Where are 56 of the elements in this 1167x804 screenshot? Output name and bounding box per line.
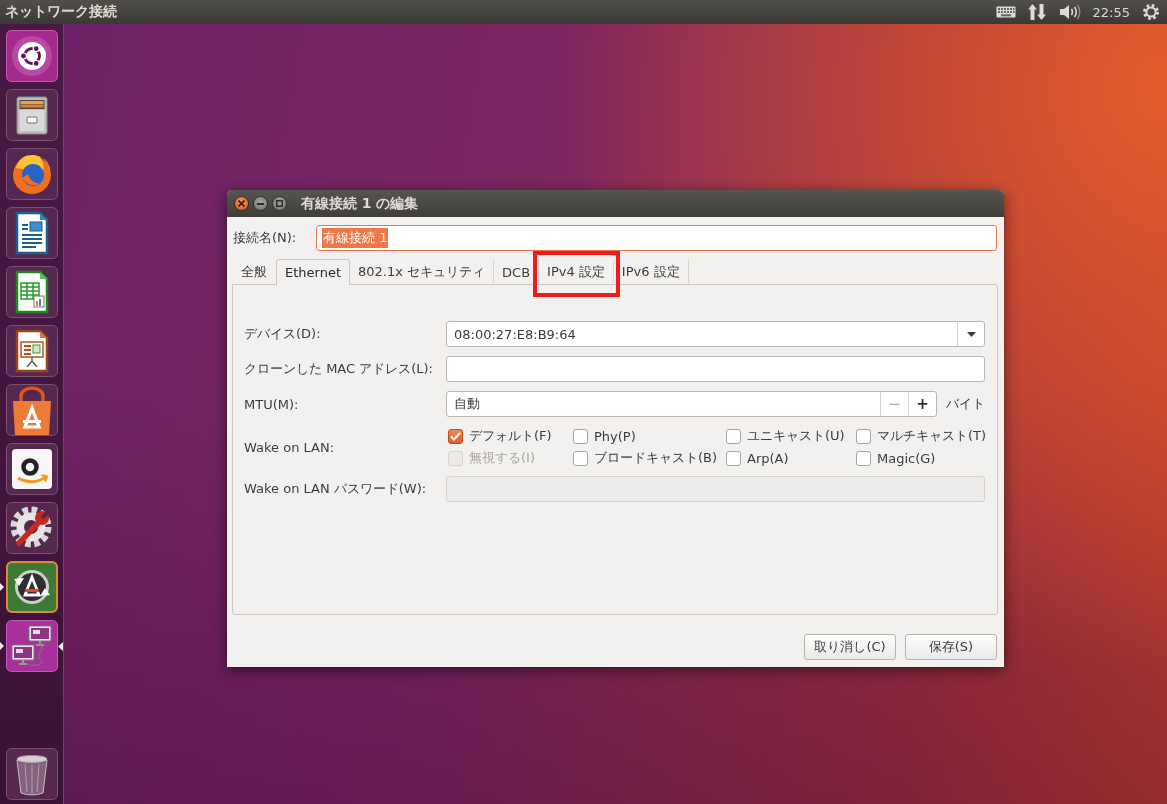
gear-icon[interactable] — [1142, 3, 1160, 21]
checkbox-label: デフォルト(F) — [469, 427, 552, 445]
checkbox[interactable] — [448, 428, 463, 444]
cancel-button[interactable]: 取り消し(C) — [804, 634, 896, 660]
trash-icon[interactable] — [5, 748, 58, 800]
field-label: クローンした MAC アドレス(L): — [244, 360, 434, 378]
ring-logo-icon[interactable] — [5, 30, 58, 82]
checkbox-label: ブロードキャスト(B) — [594, 449, 718, 467]
checkbox[interactable] — [856, 450, 871, 466]
checkbox[interactable] — [856, 428, 871, 444]
input-field[interactable] — [446, 356, 985, 382]
checkbox-label: ユニキャスト(U) — [747, 427, 845, 445]
checkbox-label: Magic(G) — [877, 450, 936, 466]
up-down-arrows-icon[interactable] — [1027, 4, 1046, 20]
field-label: MTU(M): — [244, 396, 300, 412]
window-title: 有線接続 1 の編集 — [301, 194, 419, 213]
close-icon — [238, 200, 245, 207]
maximize-button[interactable] — [272, 196, 287, 211]
checkbox[interactable] — [726, 450, 741, 466]
dropdown-field[interactable]: 08:00:27:E8:B9:64 — [446, 321, 985, 347]
fox-globe-icon[interactable] — [5, 148, 58, 200]
text-document-icon[interactable] — [5, 207, 58, 259]
app-title: ネットワーク接続 — [5, 3, 117, 21]
checkbox-label: Phy(P) — [594, 428, 636, 444]
connected-monitors-icon[interactable] — [5, 620, 58, 672]
checkbox-label: Arp(A) — [747, 450, 789, 466]
maximize-icon — [276, 200, 283, 207]
checkbox-label: 無視する(I) — [469, 449, 535, 467]
close-button[interactable] — [234, 196, 249, 211]
gear-wrench-icon[interactable] — [5, 502, 58, 554]
shopping-bag-icon[interactable] — [5, 384, 58, 436]
clock[interactable]: 22:55 — [1092, 4, 1130, 20]
caret-icon — [966, 331, 976, 337]
spreadsheet-icon[interactable] — [5, 266, 58, 318]
field-label: Wake on LAN: — [244, 439, 336, 455]
minimize-icon — [257, 202, 264, 205]
save-button[interactable]: 保存(S) — [905, 634, 997, 660]
volume-icon[interactable] — [1059, 4, 1081, 20]
tab[interactable]: 全般 — [233, 259, 276, 285]
tab[interactable]: Ethernet — [276, 259, 350, 285]
circular-arrows-icon[interactable] — [5, 561, 58, 613]
checkbox[interactable] — [726, 428, 741, 444]
keyboard-icon[interactable] — [995, 6, 1016, 18]
field-label: Wake on LAN パスワード(W): — [244, 480, 428, 498]
checkbox-label: マルチキャスト(T) — [877, 427, 987, 445]
field-label: 接続名(N): — [232, 229, 298, 247]
checkmark-icon — [450, 431, 461, 441]
checkbox[interactable] — [573, 450, 588, 466]
checkbox[interactable] — [573, 428, 588, 444]
field-value: 有線接続 1 — [322, 228, 389, 248]
file-cabinet-icon[interactable] — [5, 89, 58, 141]
minimize-button[interactable] — [253, 196, 268, 211]
increment-button[interactable]: + — [908, 392, 936, 416]
presentation-icon[interactable] — [5, 325, 58, 377]
unit-label: バイト — [946, 395, 985, 413]
field-label: デバイス(D): — [244, 325, 322, 343]
